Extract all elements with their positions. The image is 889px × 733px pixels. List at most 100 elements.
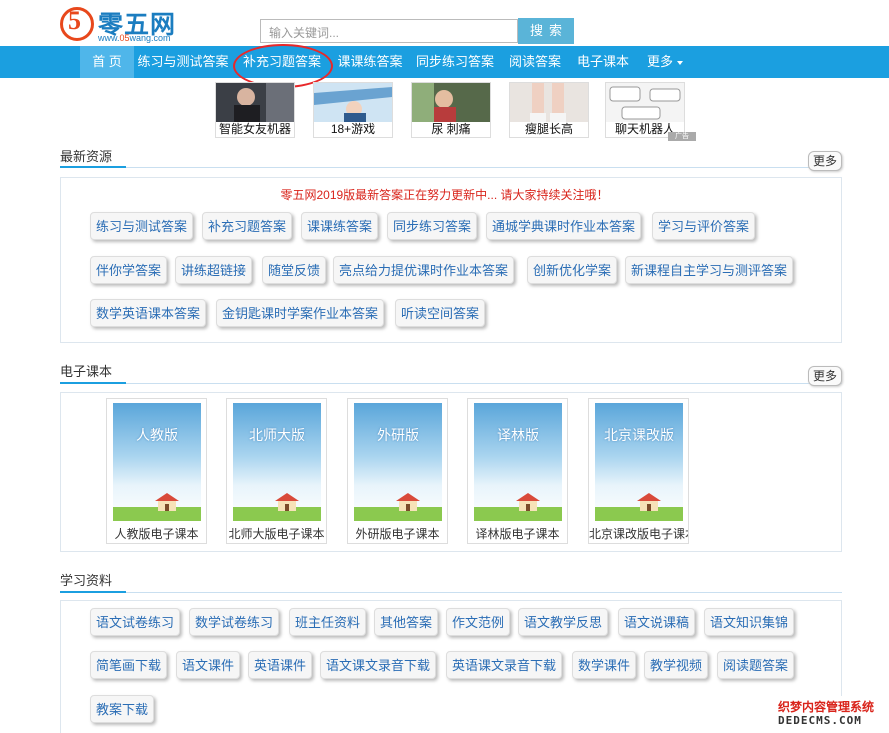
ad-item[interactable]: 聊天机器人 — [605, 82, 685, 138]
resource-tag[interactable]: 讲练超链接 — [175, 256, 253, 284]
ebook-card[interactable]: 外研版 外研版电子课本 — [347, 398, 448, 544]
section-divider — [60, 592, 842, 593]
study-tag[interactable]: 语文课文录音下载 — [320, 651, 437, 679]
nav-sync-practice[interactable]: 同步练习答案 — [412, 46, 498, 78]
section-divider — [60, 383, 842, 384]
nav-ebooks[interactable]: 电子课本 — [572, 46, 634, 78]
resource-tag[interactable]: 听读空间答案 — [395, 299, 486, 327]
search-button[interactable]: 搜索 — [518, 18, 574, 44]
section-divider — [60, 167, 842, 168]
house-icon — [275, 493, 299, 511]
study-tag[interactable]: 其他答案 — [374, 608, 439, 636]
house-icon — [516, 493, 540, 511]
ebook-card[interactable]: 人教版 人教版电子课本 — [106, 398, 207, 544]
study-tag[interactable]: 语文课件 — [176, 651, 241, 679]
nav-more[interactable]: 更多 — [640, 46, 690, 78]
ebook-cover-title: 外研版 — [377, 428, 419, 444]
ad-image-icon — [314, 83, 392, 123]
nav-more-label: 更多 — [646, 54, 673, 69]
ad-caption: 18+游戏 — [314, 122, 392, 137]
ad-image-icon — [510, 83, 588, 123]
study-tag[interactable]: 英语课件 — [248, 651, 313, 679]
study-tag[interactable]: 简笔画下载 — [90, 651, 168, 679]
resource-tag[interactable]: 数学英语课本答案 — [90, 299, 207, 327]
resource-tag[interactable]: 创新优化学案 — [527, 256, 618, 284]
ad-item[interactable]: 18+游戏 — [313, 82, 393, 138]
ebook-caption: 译林版电子课本 — [475, 527, 560, 541]
ad-caption: 尿 刺痛 — [412, 122, 490, 137]
search-input[interactable]: 输入关键词... — [260, 19, 518, 43]
header: 5 零五网 www.05wang.com 输入关键词... 搜索 — [0, 0, 889, 46]
study-tag[interactable]: 教案下载 — [90, 695, 155, 723]
study-tag[interactable]: 语文知识集锦 — [704, 608, 795, 636]
resource-tag[interactable]: 亮点给力提优课时作业本答案 — [333, 256, 515, 284]
study-tag[interactable]: 语文教学反思 — [518, 608, 609, 636]
more-button-ebooks[interactable]: 更多 — [808, 366, 842, 386]
resource-tag[interactable]: 金钥匙课时学案作业本答案 — [216, 299, 385, 327]
section-divider-accent — [60, 382, 126, 384]
nav-practice-test[interactable]: 练习与测试答案 — [134, 46, 232, 78]
study-tag[interactable]: 阅读题答案 — [717, 651, 795, 679]
study-tag[interactable]: 英语课文录音下载 — [446, 651, 563, 679]
site-logo[interactable]: 5 零五网 www.05wang.com — [60, 5, 210, 43]
watermark-line1: 织梦内容管理系统 — [778, 700, 875, 714]
caret-down-icon — [677, 60, 683, 65]
house-icon — [396, 493, 420, 511]
ebook-cover: 北师大版 — [233, 403, 321, 521]
ebook-cover: 外研版 — [354, 403, 442, 521]
resource-tag[interactable]: 补充习题答案 — [202, 212, 293, 240]
section-divider-accent — [60, 591, 126, 593]
study-tag[interactable]: 数学试卷练习 — [189, 608, 280, 636]
study-tag[interactable]: 语文说课稿 — [618, 608, 696, 636]
nav-reading[interactable]: 阅读答案 — [504, 46, 566, 78]
ebook-card[interactable]: 北师大版 北师大版电子课本 — [226, 398, 327, 544]
ebook-card[interactable]: 北京课改版 北京课改版电子课本 — [588, 398, 689, 544]
ebook-cover: 译林版 — [474, 403, 562, 521]
ad-badge: 广告 — [668, 132, 696, 141]
study-tag[interactable]: 语文试卷练习 — [90, 608, 181, 636]
ad-image-icon — [606, 83, 684, 123]
ad-caption: 智能女友机器 — [216, 122, 294, 137]
logo-url-highlight: 05 — [119, 33, 130, 43]
ad-item[interactable]: 尿 刺痛 — [411, 82, 491, 138]
ad-image-icon — [412, 83, 490, 123]
study-tag[interactable]: 班主任资料 — [289, 608, 367, 636]
ad-item[interactable]: 瘦腿长高 — [509, 82, 589, 138]
ebook-caption: 北师大版电子课本 — [228, 527, 325, 541]
resource-tag[interactable]: 学习与评价答案 — [652, 212, 756, 240]
more-button-latest[interactable]: 更多 — [808, 151, 842, 171]
nav-lesson-practice[interactable]: 课课练答案 — [334, 46, 406, 78]
section-divider-accent — [60, 166, 126, 168]
resource-tag[interactable]: 新课程自主学习与测评答案 — [625, 256, 794, 284]
resource-tag[interactable]: 练习与测试答案 — [90, 212, 194, 240]
logo-number: 5 — [68, 6, 81, 35]
study-tag[interactable]: 数学课件 — [572, 651, 637, 679]
ebook-cover-title: 译林版 — [497, 428, 539, 444]
ebook-caption: 北京课改版电子课本 — [589, 527, 688, 541]
ebook-cover-title: 北师大版 — [249, 428, 305, 444]
resource-tag[interactable]: 伴你学答案 — [90, 256, 168, 284]
house-icon — [155, 493, 179, 511]
study-tag[interactable]: 作文范例 — [446, 608, 511, 636]
watermark: 织梦内容管理系统 DEDECMS.COM — [772, 696, 889, 733]
resource-tag[interactable]: 课课练答案 — [301, 212, 379, 240]
watermark-line2: DEDECMS.COM — [778, 714, 862, 727]
ad-item[interactable]: 智能女友机器 — [215, 82, 295, 138]
logo-url: www.05wang.com — [98, 33, 171, 43]
ebook-cover-title: 北京课改版 — [604, 428, 674, 444]
resource-tag[interactable]: 通城学典课时作业本答案 — [486, 212, 642, 240]
resource-tag[interactable]: 同步练习答案 — [387, 212, 478, 240]
ad-caption: 瘦腿长高 — [510, 122, 588, 137]
study-tag[interactable]: 教学视频 — [644, 651, 709, 679]
resource-tag[interactable]: 随堂反馈 — [262, 256, 327, 284]
logo-url-prefix: www. — [98, 33, 120, 43]
ebook-cover-title: 人教版 — [136, 428, 178, 444]
main-nav: 首 页 练习与测试答案 补充习题答案 课课练答案 同步练习答案 阅读答案 电子课… — [0, 46, 889, 78]
ebook-caption: 人教版电子课本 — [114, 527, 199, 541]
section-title-latest: 最新资源 — [60, 149, 113, 164]
logo-url-suffix: wang.com — [129, 33, 171, 43]
ebook-card[interactable]: 译林版 译林版电子课本 — [467, 398, 568, 544]
ebook-cover: 人教版 — [113, 403, 201, 521]
section-title-study: 学习资料 — [60, 573, 113, 588]
nav-home[interactable]: 首 页 — [80, 46, 134, 78]
